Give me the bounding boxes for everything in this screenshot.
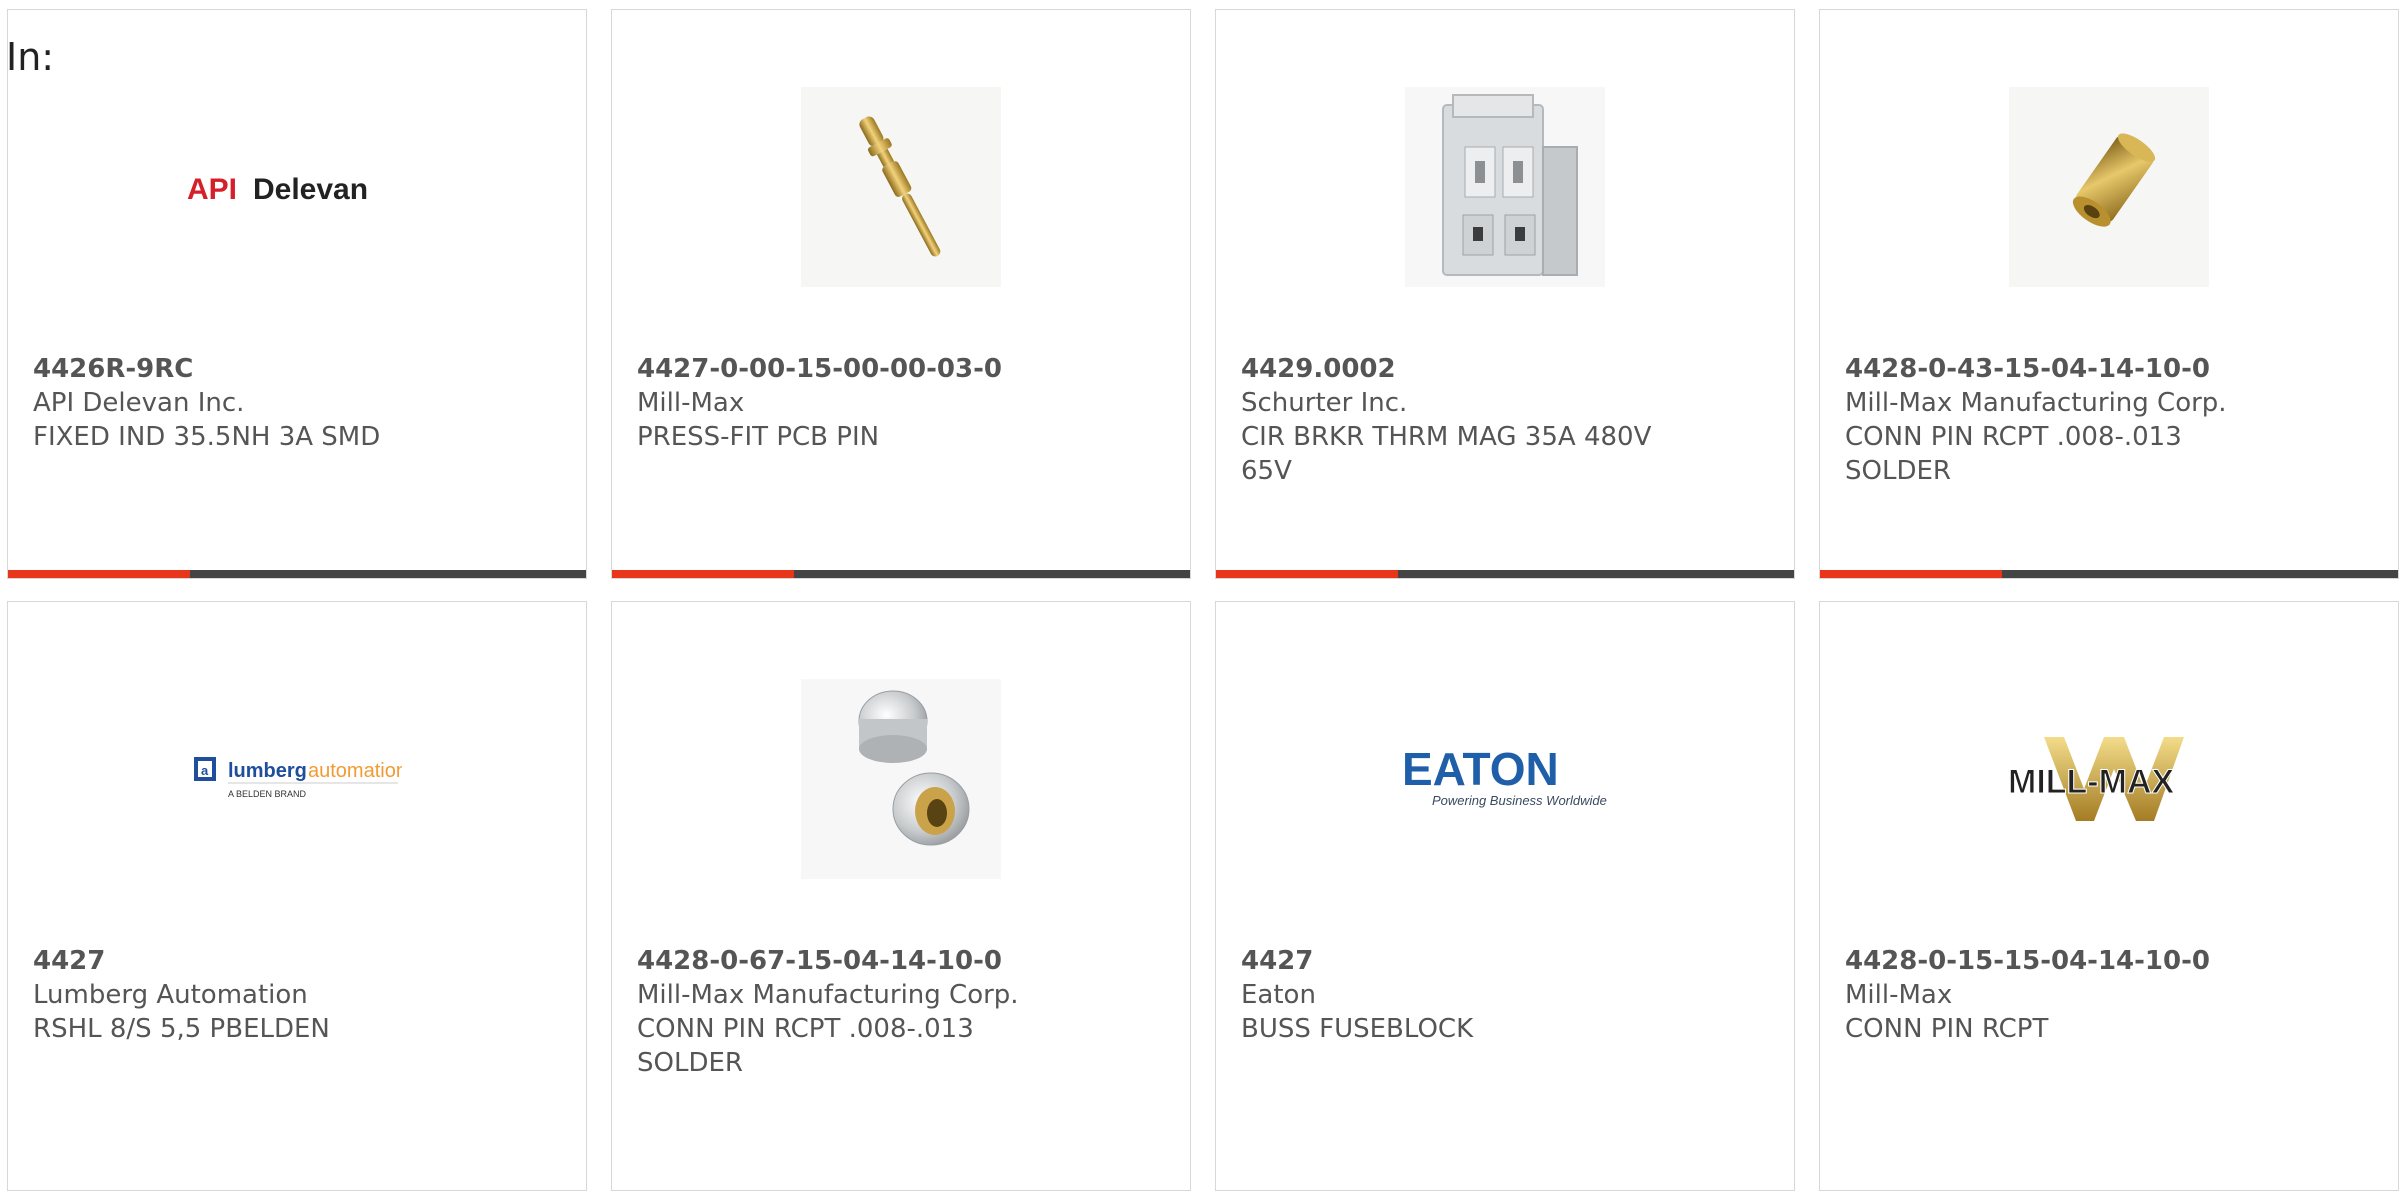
product-info: 4427-0-00-15-00-00-03-0 Mill-Max PRESS-F… xyxy=(637,352,1170,454)
part-number-link[interactable]: 4427 xyxy=(1241,944,1774,978)
product-image[interactable]: MILL-MAX xyxy=(1820,674,2398,884)
card-accent-bar xyxy=(1216,570,1794,578)
product-info: 4427 Lumberg Automation RSHL 8/S 5,5 PBE… xyxy=(33,944,566,1046)
product-card[interactable]: 4428-0-67-15-04-14-10-0 Mill-Max Manufac… xyxy=(611,601,1191,1191)
description: PRESS-FIT PCB PIN xyxy=(637,422,880,452)
svg-text:a: a xyxy=(201,763,209,778)
card-accent-bar xyxy=(1820,570,2398,578)
product-image[interactable]: API Delevan xyxy=(8,82,586,292)
product-card[interactable]: 4427-0-00-15-00-00-03-0 Mill-Max PRESS-F… xyxy=(611,9,1191,579)
product-info: 4428-0-15-15-04-14-10-0 Mill-Max CONN PI… xyxy=(1845,944,2378,1046)
logo-text: MILL-MAX xyxy=(2008,763,2175,801)
product-card[interactable]: API Delevan 4426R-9RC API Delevan Inc. F… xyxy=(7,9,587,579)
card-accent-bar xyxy=(612,570,1190,578)
description: CIR BRKR THRM MAG 35A 480V 65V xyxy=(1241,422,1652,486)
logo-text: A BELDEN BRAND xyxy=(228,789,307,799)
description: CONN PIN RCPT .008-.013 SOLDER xyxy=(637,1014,974,1078)
product-image[interactable] xyxy=(1820,82,2398,292)
manufacturer: API Delevan Inc. xyxy=(33,388,245,418)
product-card[interactable]: EATON Powering Business Worldwide 4427 E… xyxy=(1215,601,1795,1191)
description: CONN PIN RCPT .008-.013 SOLDER xyxy=(1845,422,2182,486)
accent-segment xyxy=(612,570,794,578)
description: RSHL 8/S 5,5 PBELDEN xyxy=(33,1014,330,1044)
product-image[interactable]: a lumberg automation A BELDEN BRAND xyxy=(8,674,586,884)
product-info: 4426R-9RC API Delevan Inc. FIXED IND 35.… xyxy=(33,352,566,454)
mill-max-logo: MILL-MAX xyxy=(2008,737,2184,821)
product-info: 4428-0-43-15-04-14-10-0 Mill-Max Manufac… xyxy=(1845,352,2378,488)
filter-label: In: xyxy=(6,35,55,79)
product-card[interactable]: 4429.0002 Schurter Inc. CIR BRKR THRM MA… xyxy=(1215,9,1795,579)
logo-text: API xyxy=(187,173,237,206)
description: CONN PIN RCPT xyxy=(1845,1014,2049,1044)
manufacturer: Schurter Inc. xyxy=(1241,388,1408,418)
logo-text: EATON xyxy=(1402,743,1559,795)
manufacturer: Mill-Max Manufacturing Corp. xyxy=(1845,388,2227,418)
product-card[interactable]: MILL-MAX 4428-0-15-15-04-14-10-0 Mill-Ma… xyxy=(1819,601,2399,1191)
card-accent-bar xyxy=(8,570,586,578)
product-info: 4429.0002 Schurter Inc. CIR BRKR THRM MA… xyxy=(1241,352,1774,488)
accent-segment xyxy=(8,570,190,578)
logo-text: Delevan xyxy=(253,173,368,206)
product-grid: API Delevan 4426R-9RC API Delevan Inc. F… xyxy=(7,9,2400,1191)
brass-receptacle-icon xyxy=(2009,87,2209,287)
part-number-link[interactable]: 4426R-9RC xyxy=(33,352,566,386)
press-fit-pin-icon xyxy=(801,87,1001,287)
manufacturer: Mill-Max Manufacturing Corp. xyxy=(637,980,1019,1010)
receptacle-sockets-icon xyxy=(801,679,1001,879)
accent-segment xyxy=(1216,570,1398,578)
product-image[interactable] xyxy=(612,82,1190,292)
part-number-link[interactable]: 4427 xyxy=(33,944,566,978)
logo-text: automation xyxy=(308,760,402,782)
description: BUSS FUSEBLOCK xyxy=(1241,1014,1474,1044)
part-number-link[interactable]: 4427-0-00-15-00-00-03-0 xyxy=(637,352,1170,386)
manufacturer: Mill-Max xyxy=(1845,980,1953,1010)
circuit-breaker-icon xyxy=(1405,87,1605,287)
logo-text: lumberg xyxy=(228,760,307,782)
logo-text: Powering Business Worldwide xyxy=(1432,793,1607,808)
product-info: 4428-0-67-15-04-14-10-0 Mill-Max Manufac… xyxy=(637,944,1170,1080)
eaton-logo: EATON Powering Business Worldwide xyxy=(1402,743,1607,808)
lumberg-automation-logo: a lumberg automation A BELDEN BRAND xyxy=(194,757,402,799)
product-card[interactable]: 4428-0-43-15-04-14-10-0 Mill-Max Manufac… xyxy=(1819,9,2399,579)
part-number-link[interactable]: 4428-0-43-15-04-14-10-0 xyxy=(1845,352,2378,386)
product-image[interactable] xyxy=(1216,82,1794,292)
product-card[interactable]: a lumberg automation A BELDEN BRAND 4427… xyxy=(7,601,587,1191)
product-info: 4427 Eaton BUSS FUSEBLOCK xyxy=(1241,944,1774,1046)
part-number-link[interactable]: 4429.0002 xyxy=(1241,352,1774,386)
manufacturer: Eaton xyxy=(1241,980,1316,1010)
manufacturer: Lumberg Automation xyxy=(33,980,308,1010)
product-image[interactable]: EATON Powering Business Worldwide xyxy=(1216,674,1794,884)
product-image[interactable] xyxy=(612,674,1190,884)
api-delevan-logo: API Delevan xyxy=(187,173,368,206)
part-number-link[interactable]: 4428-0-67-15-04-14-10-0 xyxy=(637,944,1170,978)
manufacturer: Mill-Max xyxy=(637,388,745,418)
part-number-link[interactable]: 4428-0-15-15-04-14-10-0 xyxy=(1845,944,2378,978)
accent-segment xyxy=(1820,570,2002,578)
description: FIXED IND 35.5NH 3A SMD xyxy=(33,422,381,452)
